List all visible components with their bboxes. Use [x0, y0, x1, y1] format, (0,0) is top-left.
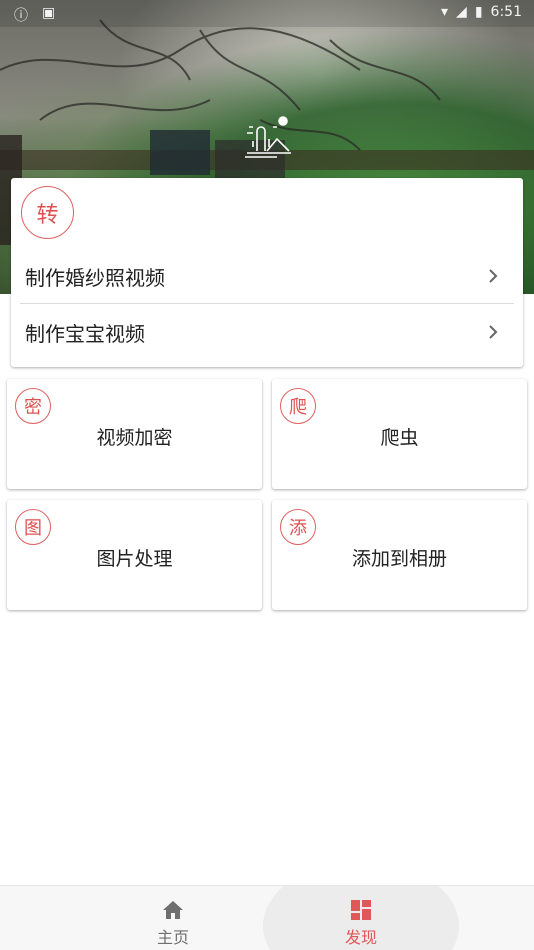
menu-item-label: 制作宝宝视频 [25, 321, 145, 346]
battery-icon: ▮ [474, 4, 483, 20]
tile-badge: 图 [15, 509, 51, 545]
tile-title: 爬虫 [380, 427, 419, 449]
nav-tab-discover[interactable]: 发现 [296, 886, 426, 950]
tile-add-to-album[interactable]: 添 添加到相册 [272, 500, 527, 610]
menu-item-label: 制作婚纱照视频 [25, 265, 165, 290]
nav-label: 主页 [156, 928, 189, 947]
discover-grid-icon [351, 900, 371, 920]
tile-badge: 添 [280, 509, 316, 545]
nav-tab-home[interactable]: 主页 [108, 886, 238, 950]
home-icon [163, 901, 183, 919]
android-icon: ▣ [42, 5, 56, 21]
nav-label: 发现 [344, 928, 377, 947]
status-time: 6:51 [490, 4, 522, 20]
video-maker-card: 转 制作婚纱照视频 制作宝宝视频 [11, 178, 523, 367]
tile-title: 添加到相册 [351, 548, 447, 570]
tile-video-encrypt[interactable]: 密 视频加密 [7, 379, 262, 489]
status-bar: ⓘ ▣ ▾ ◢ ▮ 6:51 [0, 0, 534, 27]
menu-item-baby-video[interactable]: 制作宝宝视频 [11, 304, 523, 360]
chevron-right-icon [489, 325, 498, 339]
notification-icon: ⓘ [14, 8, 28, 24]
tile-badge: 密 [15, 388, 51, 424]
tile-title: 图片处理 [96, 548, 173, 570]
app-logo-icon [245, 116, 291, 158]
wifi-icon: ▾ [441, 4, 449, 20]
tile-crawler[interactable]: 爬 爬虫 [272, 379, 527, 489]
chevron-right-icon [489, 269, 498, 283]
card-badge: 转 [21, 186, 74, 239]
tile-title: 视频加密 [96, 427, 173, 449]
menu-item-wedding-video[interactable]: 制作婚纱照视频 [11, 248, 523, 304]
bottom-navigation: 主页 发现 [0, 885, 534, 950]
signal-icon: ◢ [456, 4, 467, 20]
tile-image-processing[interactable]: 图 图片处理 [7, 500, 262, 610]
tile-badge: 爬 [280, 388, 316, 424]
